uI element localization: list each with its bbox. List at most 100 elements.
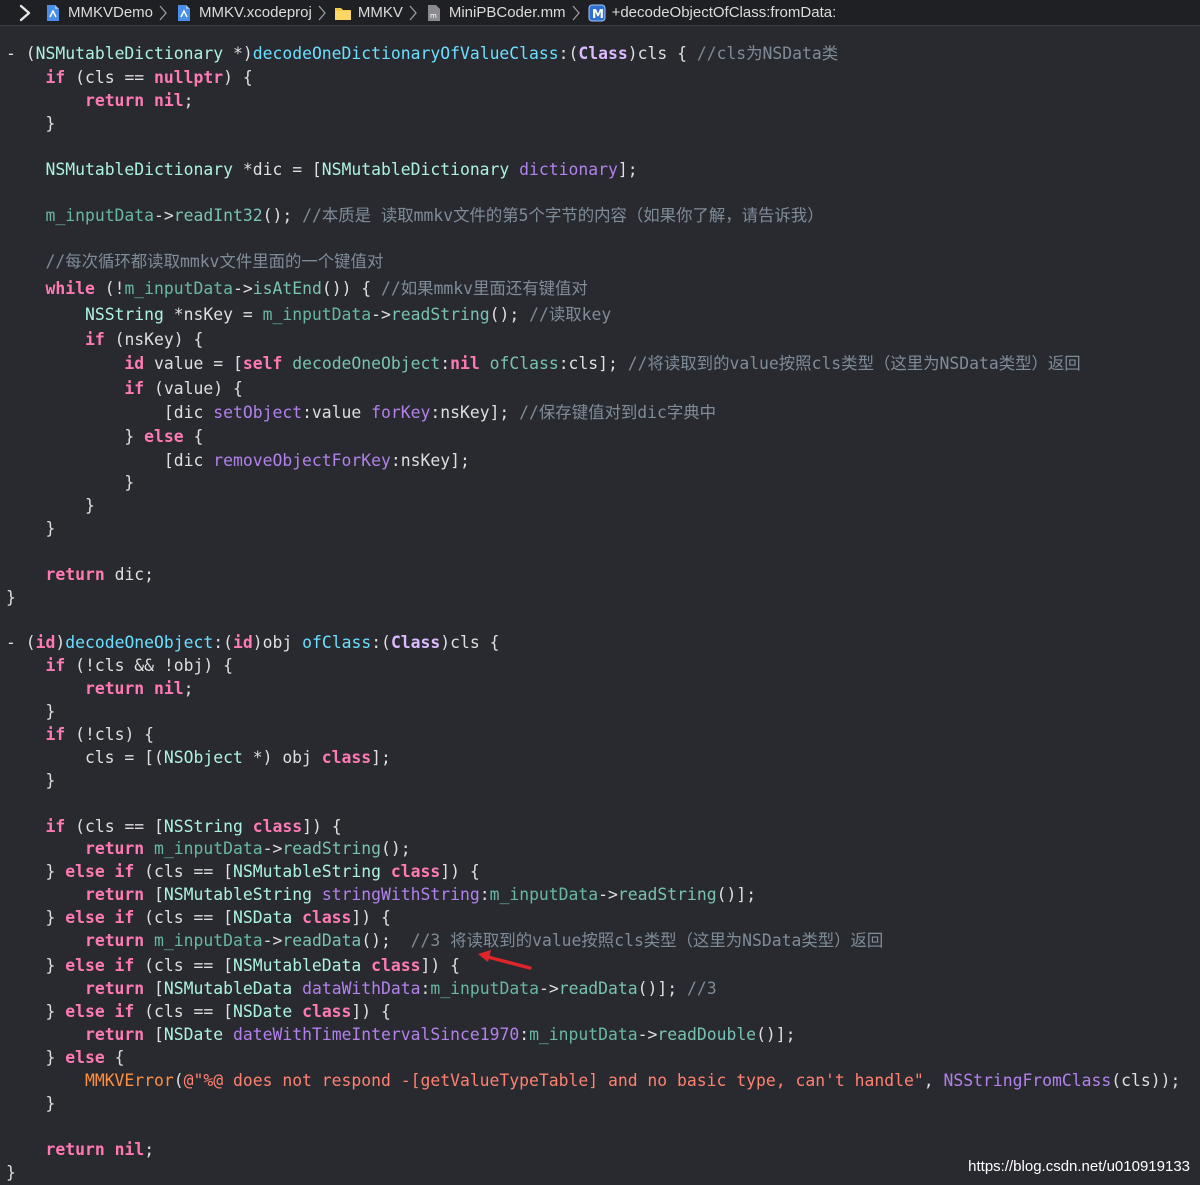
code-line[interactable]: cls = [(NSObject *) obj class]; bbox=[6, 746, 391, 769]
code-line[interactable]: [dic setObject:value forKey:nsKey]; //保存… bbox=[6, 401, 716, 424]
code-line[interactable]: return nil; bbox=[6, 1138, 154, 1161]
code-token: return bbox=[45, 1140, 105, 1159]
code-token: ; bbox=[183, 679, 194, 698]
code-token: : bbox=[519, 1025, 530, 1044]
code-line[interactable]: return nil; bbox=[6, 677, 194, 700]
code-line[interactable]: } bbox=[6, 517, 55, 540]
code-token: NSDate bbox=[163, 1025, 224, 1044]
code-token: NSMutableDictionary bbox=[35, 44, 224, 63]
code-line[interactable]: } bbox=[6, 112, 55, 135]
breadcrumb-bar: MMKVDemo MMKV.xcodeproj MMKV m MiniPBCoder.m… bbox=[0, 0, 1200, 26]
code-token: //保存键值对到dic字典中 bbox=[519, 403, 717, 422]
code-token: } bbox=[6, 956, 66, 975]
code-line[interactable]: } else { bbox=[6, 425, 203, 448]
breadcrumb-item[interactable]: MMKV.xcodeproj bbox=[175, 4, 312, 22]
breadcrumb-item[interactable]: m MiniPBCoder.mm bbox=[425, 4, 566, 22]
code-line[interactable]: if (nsKey) { bbox=[6, 328, 203, 351]
code-line[interactable]: } bbox=[6, 769, 55, 792]
code-token: } bbox=[6, 1163, 16, 1182]
breadcrumb-items: MMKVDemo MMKV.xcodeproj MMKV m MiniPBCoder.m… bbox=[44, 4, 836, 22]
code-token: (); bbox=[361, 931, 411, 950]
svg-text:m: m bbox=[430, 12, 437, 20]
code-token: ) { bbox=[223, 68, 253, 87]
code-line[interactable]: while (!m_inputData->isAtEnd()) { //如果mm… bbox=[6, 277, 587, 300]
code-token: nullptr bbox=[154, 68, 224, 87]
code-line[interactable]: NSString *nsKey = m_inputData->readStrin… bbox=[6, 303, 611, 326]
code-token: (); bbox=[262, 206, 303, 225]
code-line[interactable]: } else if (cls == [NSDate class]) { bbox=[6, 1000, 390, 1023]
code-line[interactable]: } bbox=[6, 700, 55, 723]
code-token: (cls == [ bbox=[134, 1002, 233, 1021]
code-line[interactable]: return m_inputData->readData(); //3 将读取到… bbox=[6, 929, 883, 952]
code-token: ()) { bbox=[321, 279, 382, 298]
code-line[interactable]: - (NSMutableDictionary *)decodeOneDictio… bbox=[6, 42, 838, 65]
code-token: (); bbox=[489, 305, 530, 324]
code-token: m_inputData bbox=[154, 839, 263, 858]
code-token: forKey bbox=[371, 403, 431, 422]
code-line[interactable]: return [NSMutableData dataWithData:m_inp… bbox=[6, 977, 717, 1000]
code-token: removeObjectForKey bbox=[213, 451, 391, 470]
code-token: //3 bbox=[687, 979, 717, 998]
code-line[interactable]: //每次循环都读取mmkv文件里面的一个键值对 bbox=[6, 250, 383, 273]
code-token: } bbox=[6, 588, 16, 607]
code-token: ]; bbox=[371, 748, 391, 767]
code-token: MMKVError bbox=[84, 1071, 174, 1090]
chevron-right-icon[interactable] bbox=[14, 2, 36, 24]
breadcrumb-item[interactable]: M +decodeObjectOfClass:fromData: bbox=[588, 4, 836, 22]
code-token: : bbox=[440, 354, 451, 373]
code-token: if bbox=[45, 725, 66, 744]
code-line[interactable]: if (cls == nullptr) { bbox=[6, 66, 253, 89]
code-token: (!cls && !obj) { bbox=[65, 656, 233, 675]
code-token: (cls == [ bbox=[134, 956, 233, 975]
code-token: decodeOneDictionaryOfValueClass bbox=[252, 44, 559, 63]
code-token: :nsKey]; bbox=[430, 403, 520, 422]
code-line[interactable]: - (id)decodeOneObject:(id)obj ofClass:(C… bbox=[6, 631, 500, 654]
code-token: dataWithData bbox=[302, 979, 421, 998]
code-token: m_inputData bbox=[430, 979, 539, 998]
code-token: ()]; bbox=[756, 1025, 796, 1044]
code-line[interactable]: id value = [self decodeOneObject:nil ofC… bbox=[6, 352, 1080, 375]
folder-icon bbox=[334, 7, 351, 20]
code-token: (cls == [ bbox=[134, 862, 233, 881]
code-line[interactable]: return [NSDate dateWithTimeIntervalSince… bbox=[6, 1023, 796, 1046]
code-token: NSMutableDictionary bbox=[45, 160, 233, 179]
code-line[interactable]: return m_inputData->readString(); bbox=[6, 837, 411, 860]
code-token: :cls]; bbox=[558, 354, 628, 373]
code-line[interactable]: return dic; bbox=[6, 563, 154, 586]
code-line[interactable]: m_inputData->readInt32(); //本质是 读取mmkv文件… bbox=[6, 204, 823, 227]
code-line[interactable]: } bbox=[6, 586, 16, 609]
code-token: (cls)); bbox=[1111, 1071, 1181, 1090]
code-line[interactable]: } bbox=[6, 1092, 55, 1115]
code-line[interactable]: MMKVError(@"%@ does not respond -[getVal… bbox=[6, 1069, 1180, 1092]
code-token: } bbox=[6, 496, 95, 515]
code-token: NSString bbox=[84, 305, 164, 324]
breadcrumb-item[interactable]: MMKVDemo bbox=[44, 4, 153, 22]
code-line[interactable]: NSMutableDictionary *dic = [NSMutableDic… bbox=[6, 158, 637, 181]
breadcrumb-item[interactable]: MMKV bbox=[334, 4, 403, 22]
code-line[interactable]: if (!cls && !obj) { bbox=[6, 654, 233, 677]
code-line[interactable]: [dic removeObjectForKey:nsKey]; bbox=[6, 449, 470, 472]
code-line[interactable]: } else if (cls == [NSMutableString class… bbox=[6, 860, 479, 883]
code-line[interactable]: } else { bbox=[6, 1046, 124, 1069]
code-token: )obj bbox=[252, 633, 303, 652]
code-token: ]) { bbox=[420, 956, 460, 975]
code-line[interactable]: } bbox=[6, 1161, 16, 1184]
code-line[interactable]: if (!cls) { bbox=[6, 723, 154, 746]
code-line[interactable]: return [NSMutableString stringWithString… bbox=[6, 883, 756, 906]
code-line[interactable]: } bbox=[6, 471, 134, 494]
code-line[interactable]: if (cls == [NSString class]) { bbox=[6, 815, 341, 838]
code-line[interactable]: } bbox=[6, 494, 95, 517]
breadcrumb-separator-icon bbox=[318, 5, 326, 20]
code-line[interactable]: } else if (cls == [NSData class]) { bbox=[6, 906, 390, 929]
code-line[interactable]: } else if (cls == [NSMutableData class])… bbox=[6, 954, 460, 977]
code-token: -> bbox=[233, 279, 253, 298]
code-line[interactable]: if (value) { bbox=[6, 377, 242, 400]
code-line[interactable]: return nil; bbox=[6, 89, 194, 112]
code-token: -> bbox=[262, 931, 283, 950]
code-token: self bbox=[242, 354, 283, 373]
